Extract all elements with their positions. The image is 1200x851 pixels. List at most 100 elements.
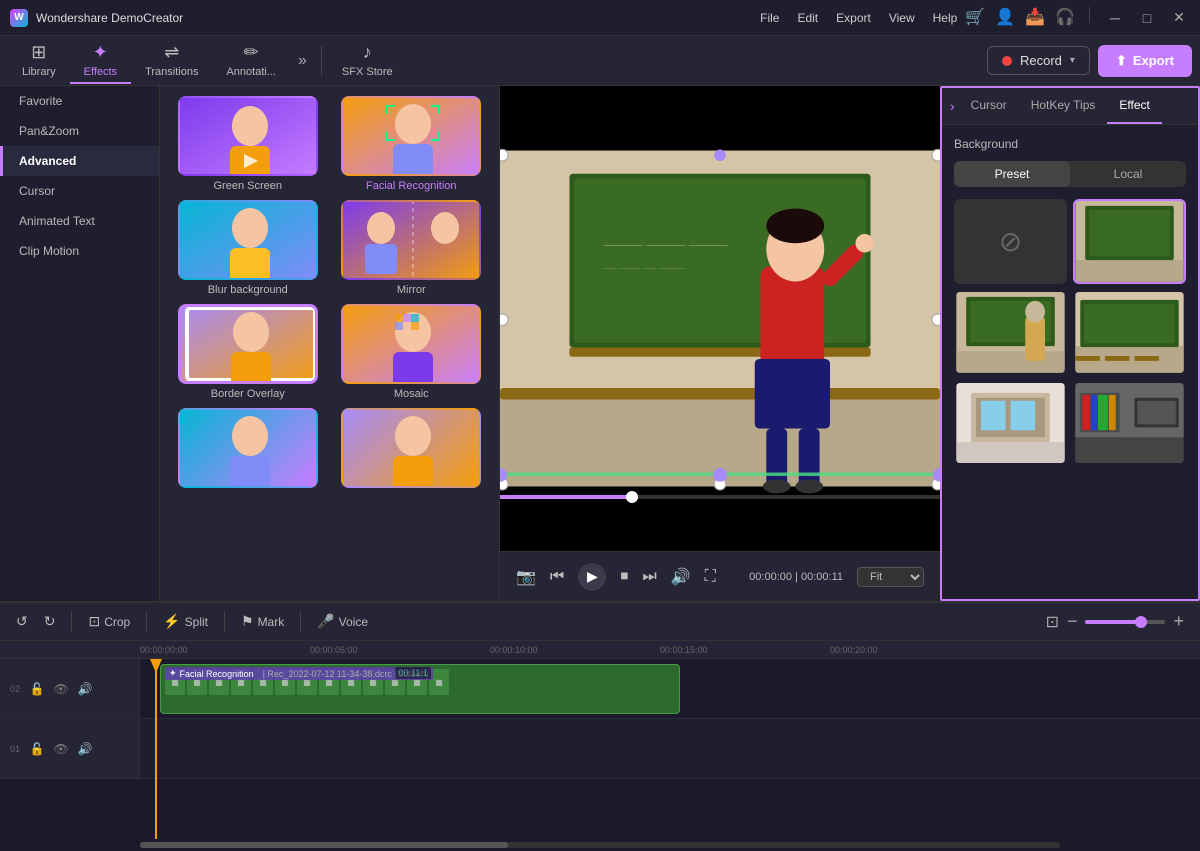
track-01-audio[interactable]: 🔊 [76,740,94,758]
sidebar-item-cursor[interactable]: Cursor [0,176,159,206]
redo-button[interactable]: ↻ [44,613,56,630]
effect-thumb-mosaic [341,304,481,384]
split-tool[interactable]: ⚡ Split [163,613,208,630]
tab-hotkey-tips[interactable]: HotKey Tips [1019,88,1108,124]
effect-card-mosaic[interactable]: Mosaic [334,304,490,400]
stop-button[interactable]: ⏹ [620,568,628,586]
playhead [155,659,157,839]
sidebar-item-annotations[interactable]: ✏ Annotati... [212,38,290,84]
cart-icon[interactable]: 🛒 [965,7,985,29]
crop-tool[interactable]: ⊡ Crop [88,613,130,630]
track-01-controls: 01 🔓 👁 🔊 [0,719,140,778]
maximize-button[interactable]: □ [1136,7,1158,29]
mosaic-visual [343,304,479,384]
clip-badge-text: Facial Recognition [180,669,254,679]
scrollbar-track[interactable] [140,842,1060,848]
track-02-content[interactable]: ✦ Facial Recognition | Rec_2022-07-12 11… [140,659,1200,718]
effect-card-mirror[interactable]: Mirror [334,200,490,296]
video-controls: 📷 ⏮ ▶ ⏹ ⏭ 🔊 ⛶ 00:00:00 | 00:00:11 Fit 10… [500,551,940,601]
sidebar-item-animated-text[interactable]: Animated Text [0,206,159,236]
tool-group-main: ⊞ Library ✦ Effects ⇌ Transitions ✏ Anno… [8,38,407,84]
account-icon[interactable]: 👤 [995,7,1015,29]
menu-edit[interactable]: Edit [797,11,818,25]
export-button[interactable]: ⬆ Export [1098,45,1192,77]
bg-option-office1[interactable] [954,381,1067,466]
next-frame-button[interactable]: ⏭ [642,568,656,586]
facial-visual [343,96,479,176]
sidebar-item-effects[interactable]: ✦ Effects [70,38,131,84]
sidebar-item-transitions[interactable]: ⇌ Transitions [131,38,212,84]
bg-local-button[interactable]: Local [1070,161,1186,187]
background-label: Background [954,137,1186,151]
effect-card-partial1[interactable] [170,408,326,492]
bg-option-office2[interactable] [1073,381,1186,466]
close-button[interactable]: ✕ [1168,7,1190,29]
volume-button[interactable]: 🔊 [671,567,691,587]
zoom-out-button[interactable]: − [1067,611,1078,632]
menu-help[interactable]: Help [933,11,958,25]
effect-card-border-overlay[interactable]: Border Overlay [170,304,326,400]
bg-preset-button[interactable]: Preset [954,161,1070,187]
record-button[interactable]: Record ▾ [987,46,1090,75]
border-visual [181,304,315,384]
sidebar-item-favorite[interactable]: Favorite [0,86,159,116]
timeline-scrollbar[interactable] [0,839,1200,851]
tab-effect[interactable]: Effect [1107,88,1161,124]
effect-label-mosaic: Mosaic [394,388,429,400]
sidebar-item-library[interactable]: ⊞ Library [8,38,70,84]
sidebar-item-clip-motion[interactable]: Clip Motion [0,236,159,266]
track-row-02: 02 🔓 👁 🔊 ✦ Facial Recognition | Rec_2022… [0,659,1200,719]
zoom-track[interactable] [1085,620,1165,624]
app-logo: W [10,9,28,27]
menu-view[interactable]: View [889,11,915,25]
bg-thumb-classroom1-visual [1075,201,1184,282]
separator3 [224,612,225,632]
more-tools-button[interactable]: » [290,52,315,70]
export-upload-icon: ⬆ [1116,53,1127,69]
screenshot-button[interactable]: 📷 [516,567,536,587]
scrollbar-thumb[interactable] [140,842,508,848]
effect-card-facial[interactable]: Facial Recognition [334,96,490,192]
bg-option-classroom1[interactable] [1073,199,1186,284]
split-icon: ⚡ [163,613,180,630]
progress-fill [500,495,632,499]
voice-tool[interactable]: 🎤 Voice [317,613,368,630]
track-02-audio[interactable]: 🔊 [76,680,94,698]
video-progress-bar[interactable] [500,495,940,499]
track-01-lock[interactable]: 🔓 [28,740,46,758]
undo-button[interactable]: ↺ [16,613,28,630]
fit-icon[interactable]: ⊡ [1046,612,1059,632]
fit-select[interactable]: Fit 100% 75% 50% [857,567,924,587]
track-02-visibility[interactable]: 👁 [52,680,70,698]
annotations-icon: ✏ [244,42,259,63]
progress-thumb [626,491,638,503]
export-label: Export [1133,53,1174,68]
bg-option-classroom2[interactable] [954,290,1067,375]
effect-thumb-partial2 [341,408,481,488]
menu-file[interactable]: File [760,11,779,25]
menu-export[interactable]: Export [836,11,871,25]
right-panel: › Cursor HotKey Tips Effect Background P… [940,86,1200,601]
mark-tool[interactable]: ⚑ Mark [241,613,284,630]
download-icon[interactable]: 📥 [1025,7,1045,29]
prev-frame-button[interactable]: ⏮ [550,568,564,586]
track-01-visibility[interactable]: 👁 [52,740,70,758]
separator2 [146,612,147,632]
tab-nav-arrow[interactable]: › [946,90,959,122]
effect-card-partial2[interactable] [334,408,490,492]
support-icon[interactable]: 🎧 [1055,7,1075,29]
minimize-button[interactable]: ─ [1104,7,1126,29]
track-02-lock[interactable]: 🔓 [28,680,46,698]
zoom-in-button[interactable]: + [1173,611,1184,632]
effect-card-blur-bg[interactable]: Blur background [170,200,326,296]
sidebar-item-sfx[interactable]: ♪ SFX Store [328,38,407,84]
tab-cursor[interactable]: Cursor [959,88,1019,124]
sidebar-item-pan-zoom[interactable]: Pan&Zoom [0,116,159,146]
bg-option-classroom3[interactable] [1073,290,1186,375]
play-button[interactable]: ▶ [578,563,606,591]
effect-card-green-screen[interactable]: Green Screen [170,96,326,192]
bg-option-none[interactable]: ⊘ [954,199,1067,284]
clip-block-facial-recognition[interactable]: ✦ Facial Recognition | Rec_2022-07-12 11… [160,664,680,714]
sidebar-item-advanced[interactable]: Advanced [0,146,159,176]
fullscreen-button[interactable]: ⛶ [705,568,716,586]
